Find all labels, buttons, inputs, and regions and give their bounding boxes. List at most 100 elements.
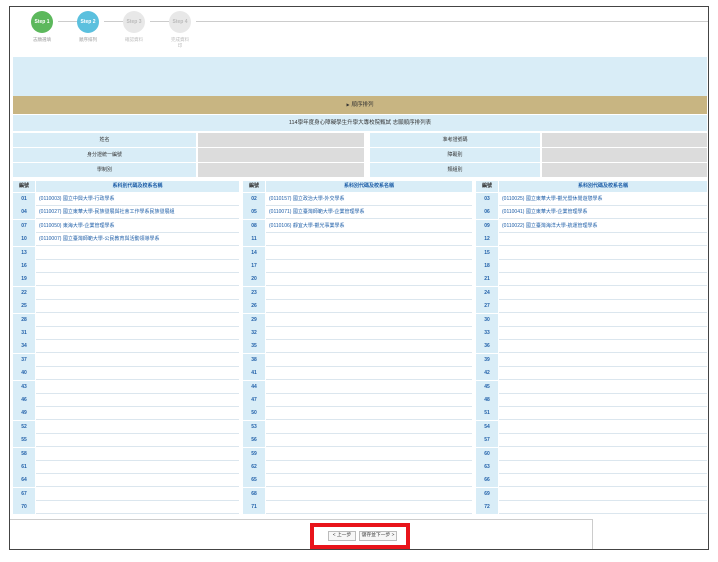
choice-row[interactable]: 13 [13, 246, 239, 260]
choice-row[interactable]: 68 [243, 487, 472, 501]
choice-row[interactable]: 54 [476, 420, 707, 434]
choice-department [499, 287, 707, 300]
choice-number: 20 [243, 273, 265, 287]
choice-order-table: 編號 系科別代碼及校系名稱 01 (0110003) 國立中興大學-行政學系 04 (01… [13, 181, 707, 519]
choice-row[interactable]: 23 [243, 286, 472, 300]
choice-row[interactable]: 45 [476, 380, 707, 394]
choice-row[interactable]: 70 [13, 501, 239, 515]
choice-row[interactable]: 18 [476, 260, 707, 273]
step-1[interactable]: Step 1 志願選填 [22, 11, 62, 43]
step-2[interactable]: Step 2 順序排列 [68, 11, 108, 43]
choice-row[interactable]: 41 [243, 367, 472, 381]
choice-row[interactable]: 44 [243, 380, 472, 394]
choice-row[interactable]: 71 [243, 501, 472, 515]
choice-row[interactable]: 51 [476, 407, 707, 421]
choice-row[interactable]: 61 [13, 461, 239, 474]
choice-department: (0110003) 國立中興大學-行政學系 [36, 193, 239, 206]
choice-row[interactable]: 16 [13, 260, 239, 273]
choice-row[interactable]: 27 [476, 300, 707, 314]
choice-row[interactable]: 19 [13, 273, 239, 287]
step-connector [196, 21, 708, 22]
choice-number: 33 [476, 327, 498, 340]
choice-row[interactable]: 58 [13, 447, 239, 461]
choice-number: 50 [243, 407, 265, 421]
choice-number: 24 [476, 286, 498, 300]
choice-department [36, 421, 239, 434]
choice-number: 21 [476, 273, 498, 287]
choice-row[interactable]: 04 (0110027) 國立東華大學-民族發展與社會工作學系民族發展組 [13, 206, 239, 220]
choice-row[interactable]: 47 [243, 394, 472, 407]
choice-row[interactable]: 15 [476, 246, 707, 260]
choice-number: 02 [243, 193, 265, 206]
choice-row[interactable]: 03 (0110025) 國立東華大學-觀光暨休閒遊憩學系 [476, 193, 707, 206]
choice-row[interactable]: 32 [243, 327, 472, 340]
choice-row[interactable]: 11 [243, 233, 472, 247]
choice-row[interactable]: 21 [476, 273, 707, 287]
prev-button[interactable]: < 上一步 [328, 531, 356, 541]
choice-row[interactable]: 06 (0110041) 國立東華大學-企業管理學系 [476, 206, 707, 220]
choice-row[interactable]: 65 [243, 474, 472, 488]
choice-row[interactable]: 69 [476, 487, 707, 501]
choice-row[interactable]: 30 [476, 313, 707, 327]
choice-row[interactable]: 29 [243, 313, 472, 327]
choice-row[interactable]: 14 [243, 246, 472, 260]
choice-row[interactable]: 42 [476, 367, 707, 381]
choice-row[interactable]: 31 [13, 327, 239, 340]
choice-department: (0110007) 國立臺灣師範大學-公民教育與活動領導學系 [36, 233, 239, 247]
choice-row[interactable]: 55 [13, 434, 239, 448]
choice-row[interactable]: 35 [243, 340, 472, 354]
choice-row[interactable]: 26 [243, 300, 472, 314]
choice-row[interactable]: 05 (0110071) 國立臺灣師範大學-企業管理學系 [243, 206, 472, 220]
number-header: 編號 [476, 181, 498, 192]
save-next-button[interactable]: 儲存並下一步 > [359, 531, 397, 541]
choice-number: 45 [476, 380, 498, 394]
choice-number: 53 [243, 420, 265, 434]
choice-number: 23 [243, 286, 265, 300]
choice-row[interactable]: 40 [13, 367, 239, 381]
choice-row[interactable]: 53 [243, 420, 472, 434]
choice-row[interactable]: 57 [476, 434, 707, 448]
choice-number: 17 [243, 260, 265, 273]
choice-row[interactable]: 43 [13, 380, 239, 394]
choice-row[interactable]: 52 [13, 420, 239, 434]
choice-row[interactable]: 12 [476, 233, 707, 247]
choice-row[interactable]: 62 [243, 461, 472, 474]
choice-row[interactable]: 08 (0110106) 靜宜大學-觀光事業學系 [243, 219, 472, 233]
choice-number: 10 [13, 233, 35, 247]
choice-row[interactable]: 64 [13, 474, 239, 488]
choice-row[interactable]: 48 [476, 394, 707, 407]
choice-row[interactable]: 17 [243, 260, 472, 273]
choice-row[interactable]: 50 [243, 407, 472, 421]
choice-department [499, 300, 707, 314]
choice-row[interactable]: 33 [476, 327, 707, 340]
choice-row[interactable]: 09 (0110022) 國立臺灣海洋大學-航運管理學系 [476, 219, 707, 233]
choice-row[interactable]: 22 [13, 286, 239, 300]
choice-row[interactable]: 34 [13, 340, 239, 354]
choice-number: 58 [13, 447, 35, 461]
choice-row[interactable]: 49 [13, 407, 239, 421]
choice-row[interactable]: 01 (0110003) 國立中興大學-行政學系 [13, 193, 239, 206]
choice-row[interactable]: 56 [243, 434, 472, 448]
choice-row[interactable]: 25 [13, 300, 239, 314]
choice-row[interactable]: 67 [13, 487, 239, 501]
choice-row[interactable]: 36 [476, 340, 707, 354]
choice-row[interactable]: 10 (0110007) 國立臺灣師範大學-公民教育與活動領導學系 [13, 233, 239, 247]
choice-row[interactable]: 39 [476, 353, 707, 367]
choice-row[interactable]: 24 [476, 286, 707, 300]
choice-row[interactable]: 72 [476, 501, 707, 515]
choice-department [36, 394, 239, 407]
choice-row[interactable]: 28 [13, 313, 239, 327]
choice-row[interactable]: 07 (0110050) 東海大學-企業管理學系 [13, 219, 239, 233]
choice-number: 43 [13, 380, 35, 394]
choice-row[interactable]: 37 [13, 353, 239, 367]
choice-row[interactable]: 59 [243, 447, 472, 461]
choice-number: 06 [476, 206, 498, 220]
choice-row[interactable]: 60 [476, 447, 707, 461]
choice-number: 59 [243, 447, 265, 461]
choice-row[interactable]: 02 (0110157) 國立政治大學-外交學系 [243, 193, 472, 206]
choice-row[interactable]: 46 [13, 394, 239, 407]
choice-row[interactable]: 38 [243, 353, 472, 367]
choice-row[interactable]: 20 [243, 273, 472, 287]
choice-row[interactable]: 63 [476, 461, 707, 474]
choice-row[interactable]: 66 [476, 474, 707, 488]
